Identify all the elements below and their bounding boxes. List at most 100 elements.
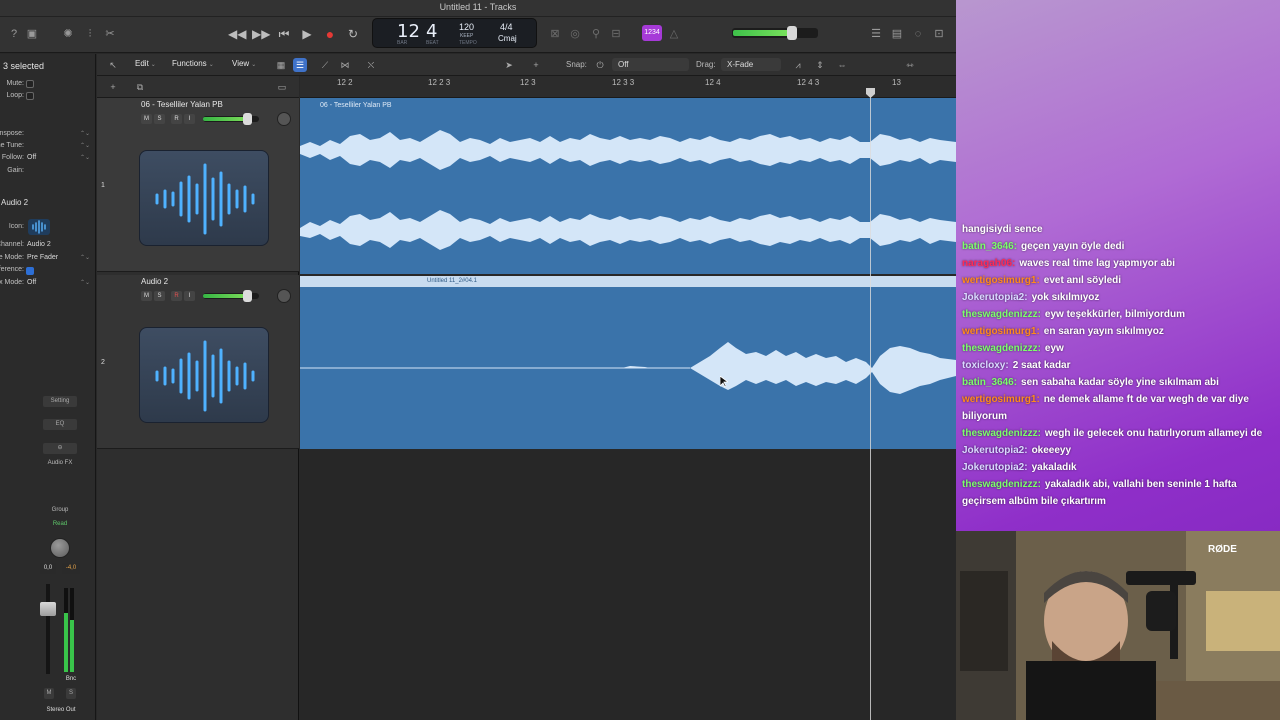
bounce-label[interactable]: Bnc bbox=[60, 676, 82, 682]
fader-track[interactable] bbox=[46, 584, 50, 674]
playhead[interactable] bbox=[870, 90, 871, 720]
group-label[interactable]: Group bbox=[43, 507, 77, 513]
track-volume-slider[interactable] bbox=[203, 290, 259, 302]
functions-menu[interactable]: Functions ⌄ bbox=[172, 59, 214, 68]
view-menu[interactable]: View ⌄ bbox=[232, 59, 256, 68]
chat-username[interactable]: theswagdenizzz: bbox=[962, 309, 1041, 320]
list-editors-icon[interactable]: ☰ bbox=[868, 26, 884, 42]
master-volume-slider[interactable] bbox=[732, 26, 818, 40]
inspector-toggle-icon[interactable]: ▣ bbox=[24, 26, 40, 42]
go-to-start-icon[interactable]: ⏮ bbox=[275, 25, 293, 43]
master-volume-knob[interactable] bbox=[786, 26, 797, 40]
track-name[interactable]: Audio 2 bbox=[141, 277, 168, 286]
audio-region-2[interactable]: Untitled 11_2#04.1 bbox=[300, 276, 956, 449]
track-volume-slider[interactable] bbox=[203, 113, 259, 125]
chat-username[interactable]: batin_3646: bbox=[962, 377, 1017, 388]
notepad-icon[interactable]: ▤ bbox=[889, 26, 905, 42]
inspector-row-gain[interactable]: Gain: bbox=[0, 167, 96, 179]
output-label[interactable]: Stereo Out bbox=[38, 707, 84, 713]
pointer-tool-icon[interactable]: ➤ bbox=[502, 58, 516, 72]
mixer-icon[interactable]: ⫶ bbox=[82, 26, 98, 42]
chat-username[interactable]: wertigosimurg1: bbox=[962, 275, 1040, 286]
loop-checkbox[interactable] bbox=[26, 92, 34, 100]
add-track-icon[interactable]: + bbox=[106, 80, 120, 94]
volume-value[interactable]: 0,0 bbox=[40, 563, 56, 574]
chat-username[interactable]: Jokerutopia2: bbox=[962, 292, 1028, 303]
flex-icon[interactable]: ⋈ bbox=[338, 58, 352, 72]
smart-controls-icon[interactable]: ✺ bbox=[60, 26, 76, 42]
inspector-row-fine-tune[interactable]: Fine Tune: ⌃⌄ bbox=[0, 142, 96, 154]
list-view-icon[interactable]: ☰ bbox=[293, 58, 307, 72]
snap-dropdown[interactable]: Off bbox=[612, 58, 689, 71]
chat-username[interactable]: toxicloxy: bbox=[962, 360, 1009, 371]
track-pan-knob[interactable] bbox=[277, 289, 291, 303]
input-monitor-button[interactable]: I bbox=[184, 114, 195, 124]
vertical-zoom-icon[interactable]: ⇕ bbox=[813, 58, 827, 72]
metronome-icon[interactable]: △ bbox=[666, 26, 682, 42]
link-icon[interactable]: ⊖ bbox=[43, 443, 77, 454]
library-icon[interactable]: ? bbox=[6, 26, 22, 42]
duplicate-track-icon[interactable]: ⧉ bbox=[133, 80, 147, 94]
solo-button[interactable]: S bbox=[154, 291, 165, 301]
replace-icon[interactable]: ⊠ bbox=[547, 26, 563, 42]
chat-username[interactable]: batin_3646: bbox=[962, 241, 1017, 252]
strip-mute-button[interactable]: M bbox=[44, 688, 54, 699]
loop-browser-icon[interactable]: ◌ bbox=[910, 26, 926, 42]
rewind-icon[interactable]: ◀◀ bbox=[228, 25, 246, 43]
track-header-1[interactable]: 1 06 - Teselliler Yalan PB M S R I bbox=[97, 98, 299, 272]
automation-icon[interactable]: ⟋ bbox=[318, 58, 332, 72]
grid-view-icon[interactable]: ▦ bbox=[274, 58, 288, 72]
waveform-zoom-icon[interactable]: ⩘ bbox=[791, 58, 805, 72]
track-icon-picker[interactable] bbox=[28, 219, 50, 235]
global-tracks-icon[interactable]: ▭ bbox=[275, 80, 289, 94]
horizontal-zoom-icon[interactable]: ⇔ bbox=[835, 58, 849, 72]
back-icon[interactable]: ↖ bbox=[106, 58, 120, 72]
track-section-title[interactable]: Audio 2 bbox=[1, 198, 28, 207]
chat-username[interactable]: wertigosimurg1: bbox=[962, 326, 1040, 337]
chat-username[interactable]: naragah06: bbox=[962, 258, 1015, 269]
automation-read-label[interactable]: Read bbox=[43, 521, 77, 527]
track-name[interactable]: 06 - Teselliler Yalan PB bbox=[141, 100, 223, 109]
catch-icon[interactable]: ⛌ bbox=[364, 58, 378, 72]
chat-username[interactable]: Jokerutopia2: bbox=[962, 462, 1028, 473]
count-in-badge[interactable]: 1234 bbox=[642, 25, 662, 41]
q-reference-checkbox[interactable] bbox=[26, 267, 34, 275]
inspector-row-channel[interactable]: Channel: Audio 2 bbox=[0, 241, 96, 253]
volume-fader[interactable] bbox=[40, 602, 56, 616]
audio-region-1[interactable]: 06 - Teselliler Yalan PB bbox=[300, 98, 956, 274]
editors-icon[interactable]: ✂ bbox=[102, 26, 118, 42]
eq-button[interactable]: EQ bbox=[43, 419, 77, 430]
lcd-display[interactable]: 12 4 BAR BEAT 120 KEEP TEMPO 4/4 Cmaj bbox=[372, 18, 537, 48]
setting-button[interactable]: Setting bbox=[43, 396, 77, 407]
snap-power-icon[interactable]: ⏻ bbox=[593, 58, 607, 72]
track-icon[interactable] bbox=[139, 150, 269, 246]
chat-username[interactable]: Jokerutopia2: bbox=[962, 445, 1028, 456]
strip-solo-button[interactable]: S bbox=[66, 688, 76, 699]
record-icon[interactable]: ● bbox=[321, 25, 339, 43]
drag-dropdown[interactable]: X-Fade bbox=[721, 58, 781, 71]
mute-checkbox[interactable] bbox=[26, 80, 34, 88]
browser-icon[interactable]: ⊡ bbox=[931, 26, 947, 42]
track-icon[interactable] bbox=[139, 327, 269, 423]
autopunch-icon[interactable]: ◎ bbox=[567, 26, 583, 42]
edit-menu[interactable]: Edit ⌄ bbox=[135, 59, 156, 68]
fit-icon[interactable]: ⇿ bbox=[903, 58, 917, 72]
chat-username[interactable]: theswagdenizzz: bbox=[962, 479, 1041, 490]
pan-knob[interactable] bbox=[50, 538, 70, 558]
empty-track-area[interactable] bbox=[300, 450, 956, 720]
mute-button[interactable]: M bbox=[141, 291, 152, 301]
chat-username[interactable]: theswagdenizzz: bbox=[962, 428, 1041, 439]
record-enable-button[interactable]: R bbox=[171, 114, 182, 124]
track-volume-knob[interactable] bbox=[242, 290, 252, 302]
audio-fx-label[interactable]: Audio FX bbox=[43, 460, 77, 466]
track-volume-knob[interactable] bbox=[242, 113, 252, 125]
inspector-row-freeze-mode[interactable]: Freeze Mode: Pre Fader ⌃⌄ bbox=[0, 254, 96, 266]
chat-username[interactable]: theswagdenizzz: bbox=[962, 343, 1041, 354]
chat-username[interactable]: wertigosimurg1: bbox=[962, 394, 1040, 405]
fast-forward-icon[interactable]: ▶▶ bbox=[252, 25, 270, 43]
timeline-ruler[interactable]: 12 2 12 2 3 12 3 12 3 3 12 4 12 4 3 13 bbox=[300, 76, 956, 98]
pencil-tool-icon[interactable]: + bbox=[529, 58, 543, 72]
track-pan-knob[interactable] bbox=[277, 112, 291, 126]
record-enable-button[interactable]: R bbox=[171, 291, 182, 301]
inspector-row-flex-follow[interactable]: Flex & Follow: Off ⌃⌄ bbox=[0, 154, 96, 166]
